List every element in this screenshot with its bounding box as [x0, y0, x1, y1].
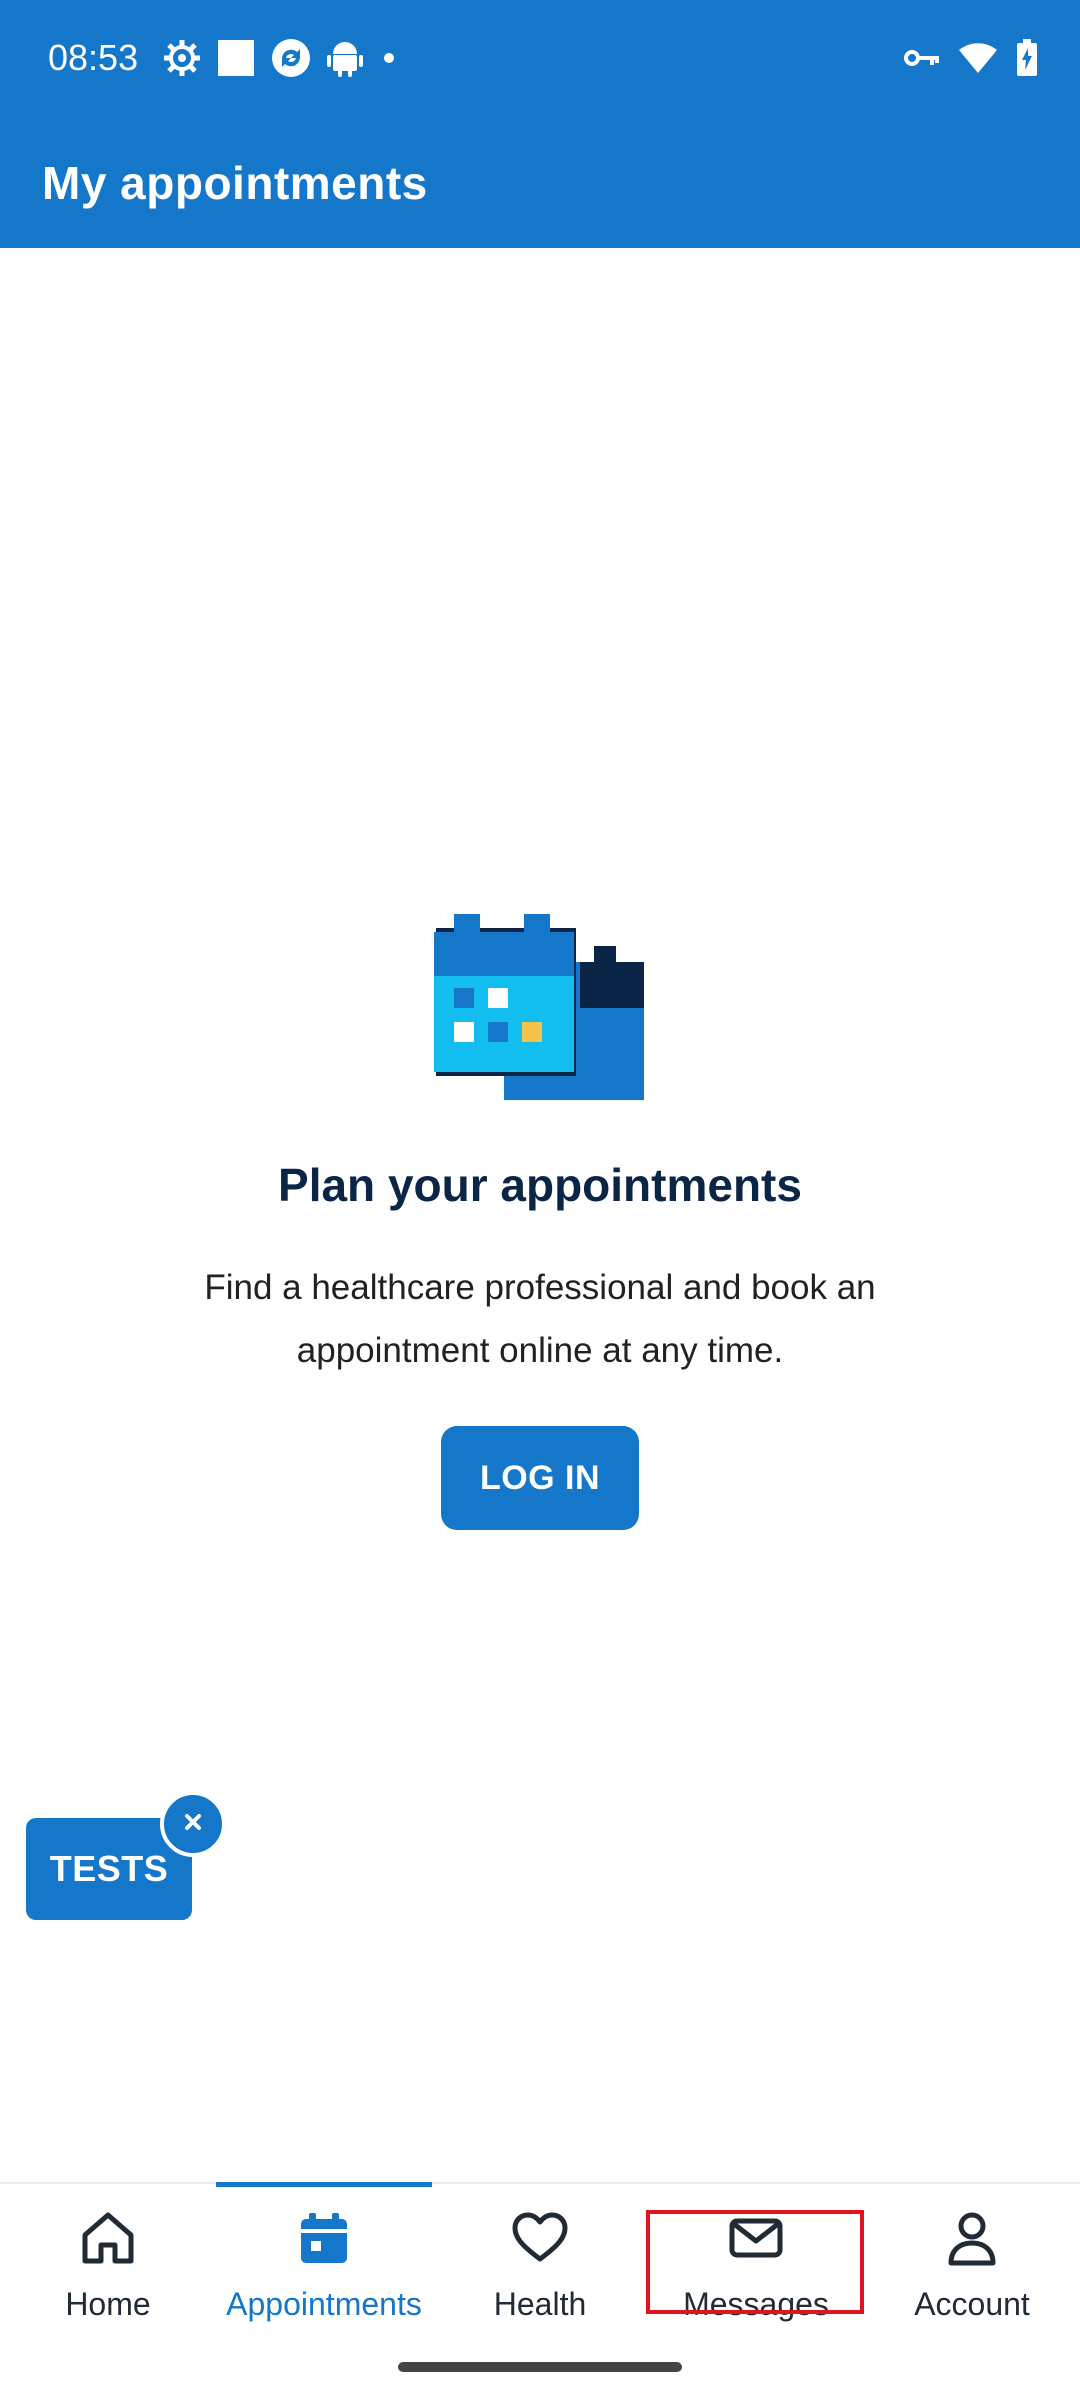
vpn-key-icon: [904, 47, 940, 69]
wifi-icon: [958, 41, 998, 75]
person-icon: [942, 2208, 1002, 2268]
status-icons-left: [162, 34, 400, 82]
heart-icon: [510, 2208, 570, 2268]
nav-label-home: Home: [65, 2286, 151, 2322]
status-bar: 08:53: [0, 0, 1080, 120]
android-icon: [326, 38, 364, 78]
close-icon: [182, 1811, 204, 1838]
tests-badge-label: TESTS: [49, 1848, 169, 1889]
square-notification-icon: [216, 38, 256, 78]
messages-highlight-box: [646, 2210, 864, 2314]
nav-item-home[interactable]: Home: [0, 2204, 216, 2324]
empty-state-title: Plan your appointments: [278, 1159, 802, 1211]
dot-icon: [378, 47, 400, 69]
nav-label-appointments: Appointments: [226, 2286, 422, 2322]
sync-icon: [270, 37, 312, 79]
nav-label-account: Account: [914, 2286, 1030, 2322]
login-button[interactable]: LOG IN: [441, 1426, 639, 1530]
battery-charging-icon: [1016, 39, 1038, 77]
calendar-icon: [294, 2208, 354, 2268]
nav-item-account[interactable]: Account: [864, 2204, 1080, 2324]
nav-item-appointments[interactable]: Appointments: [216, 2204, 432, 2324]
app-header: 08:53 My appointments: [0, 0, 1080, 248]
calendar-illustration-icon: [428, 900, 652, 1100]
home-icon: [78, 2208, 138, 2268]
gesture-handle[interactable]: [398, 2362, 682, 2372]
status-icons-right: [904, 34, 1038, 82]
active-tab-indicator: [216, 2182, 432, 2187]
nav-item-health[interactable]: Health: [432, 2204, 648, 2324]
tests-close-button[interactable]: [160, 1791, 226, 1857]
status-time: 08:53: [48, 37, 139, 78]
empty-state-description: Find a healthcare professional and book …: [204, 1268, 876, 1370]
page-title: My appointments: [42, 157, 428, 209]
nav-label-health: Health: [493, 2286, 587, 2322]
settings-gear-icon: [162, 38, 202, 78]
